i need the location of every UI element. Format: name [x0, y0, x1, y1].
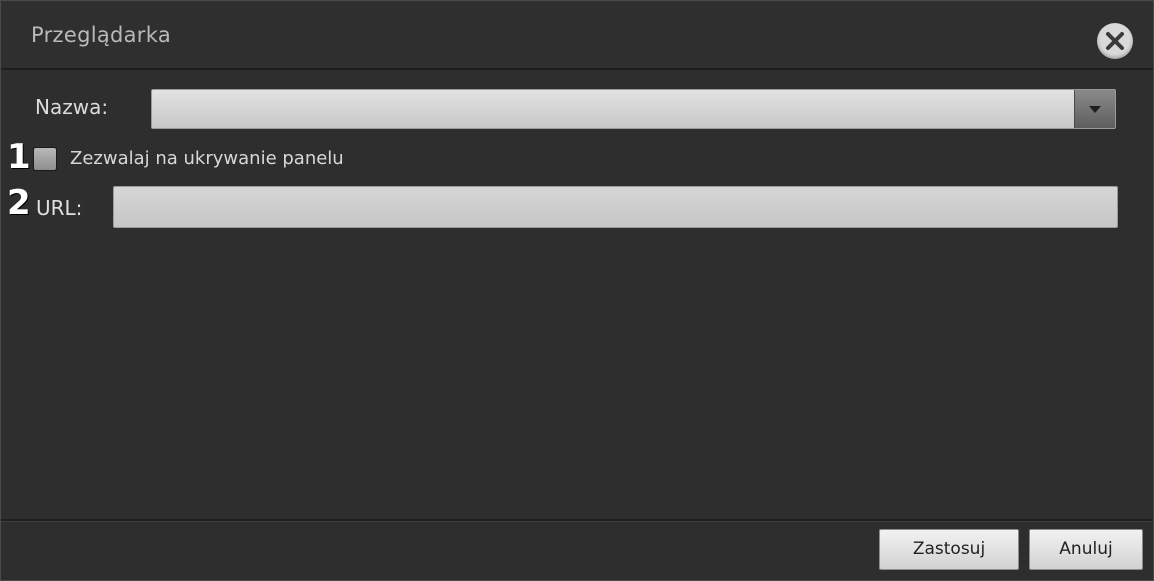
close-circle-icon: [1106, 32, 1124, 50]
dialog-titlebar: Przeglądarka: [1, 1, 1153, 70]
chevron-down-icon: [1089, 106, 1101, 113]
url-input[interactable]: [113, 186, 1118, 228]
annotation-badge-2: 2: [7, 183, 31, 223]
allow-hide-panel-checkbox[interactable]: [33, 147, 57, 171]
footer-divider: [1, 519, 1153, 522]
name-select[interactable]: [151, 89, 1116, 129]
close-button[interactable]: [1097, 23, 1133, 59]
browser-dialog: Przeglądarka Nazwa: 1 Zezwalaj na ukrywa…: [0, 0, 1154, 581]
name-label: Nazwa:: [35, 95, 109, 119]
annotation-badge-1: 1: [7, 137, 31, 177]
name-select-dropdown-button[interactable]: [1074, 90, 1115, 128]
dialog-title: Przeglądarka: [31, 23, 171, 47]
allow-hide-panel-label[interactable]: Zezwalaj na ukrywanie panelu: [70, 148, 344, 169]
cancel-button[interactable]: Anuluj: [1029, 529, 1143, 570]
apply-button[interactable]: Zastosuj: [879, 529, 1019, 570]
url-label: URL:: [36, 196, 83, 220]
